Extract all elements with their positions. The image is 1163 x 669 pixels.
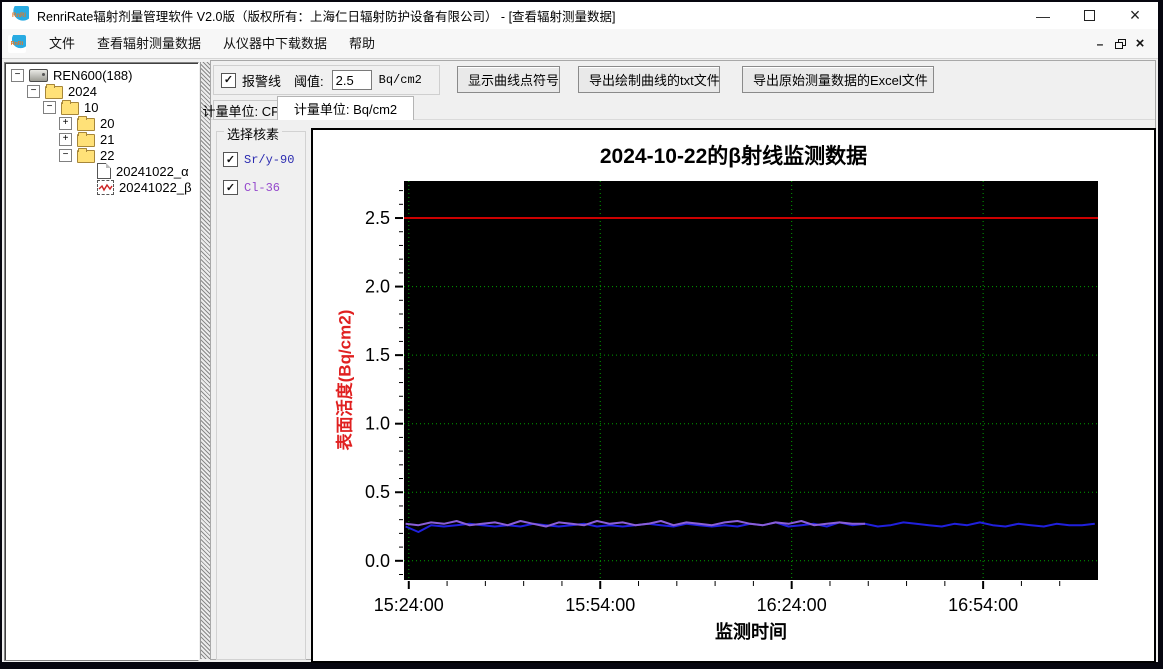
nuclide-selection-group: 选择核素 Sr/y-90 Cl-36 [216, 124, 306, 660]
tab-unit-cps[interactable]: 计量单位: CPS [203, 100, 288, 120]
tree-item-20241022-alpha[interactable]: 20241022_α [5, 163, 198, 179]
mdi-minimize-button[interactable]: – [1090, 34, 1110, 54]
title-bar: RnRi RenriRate辐射剂量管理软件 V2.0版（版权所有：上海仁日辐射… [2, 2, 1158, 29]
tree-item-ren600[interactable]: REN600(188) [5, 67, 198, 83]
nuclide-row-cl-36: Cl-36 [223, 180, 280, 195]
threshold-input[interactable] [331, 70, 372, 90]
folder-icon [77, 132, 95, 147]
folder-icon [45, 84, 63, 99]
close-button[interactable]: × [1112, 2, 1158, 29]
chart-y-axis-label: 表面活度(Bq/cm2) [335, 309, 355, 451]
threshold-label: 阈值: [294, 73, 324, 89]
tree-item-22[interactable]: 22 [5, 147, 198, 163]
folder-icon [77, 148, 95, 163]
menu-download-from-instrument[interactable]: 从仪器中下载数据 [212, 30, 338, 58]
menu-view-measurement-data[interactable]: 查看辐射测量数据 [86, 30, 212, 58]
minimize-button[interactable]: — [1020, 2, 1066, 29]
svg-text:15:24:00: 15:24:00 [374, 595, 444, 615]
tree-item-21[interactable]: 21 [5, 131, 198, 147]
chart-plot-area: 0.0 0.5 1.0 1.5 2.0 2.5 15:24:00 15:54:00 16:24:… [365, 181, 1098, 615]
app-logo-icon: RnRi [9, 5, 29, 26]
tree-item-2024[interactable]: 2024 [5, 83, 198, 99]
nuclide-row-sr-y-90: Sr/y-90 [223, 152, 294, 167]
folder-icon [77, 116, 95, 131]
svg-text:16:54:00: 16:54:00 [948, 595, 1018, 615]
nuclide-checkbox-cl-36[interactable] [223, 180, 238, 195]
tree-collapse-icon[interactable] [11, 68, 24, 82]
export-excel-button[interactable]: 导出原始测量数据的Excel文件 [742, 66, 934, 93]
mdi-restore-button[interactable] [1110, 34, 1130, 54]
tree-collapse-icon[interactable] [43, 100, 56, 114]
client-area: REN600(188) 2024 10 20 21 [2, 59, 1158, 663]
alarm-line-group: 报警线 阈值: Bq/cm2 [213, 65, 440, 95]
maximize-icon [1083, 10, 1095, 21]
device-icon [29, 68, 48, 82]
svg-text:0.5: 0.5 [365, 482, 390, 502]
maximize-button[interactable] [1066, 2, 1112, 29]
svg-text:2.5: 2.5 [365, 208, 390, 228]
svg-text:15:54:00: 15:54:00 [565, 595, 635, 615]
alarm-line-checkbox[interactable] [221, 72, 236, 88]
threshold-unit: Bq/cm2 [378, 73, 422, 87]
svg-text:1.5: 1.5 [365, 345, 390, 365]
tree-item-20[interactable]: 20 [5, 115, 198, 131]
beta-chart-icon [97, 179, 114, 195]
document-icon [97, 163, 111, 179]
alarm-line-label: 报警线 [242, 73, 282, 89]
mdi-child-icon: RnRi [8, 34, 26, 53]
menu-file[interactable]: 文件 [38, 30, 86, 58]
svg-text:1.0: 1.0 [365, 414, 390, 434]
svg-text:16:24:00: 16:24:00 [757, 595, 827, 615]
window-title: RenriRate辐射剂量管理软件 V2.0版（版权所有：上海仁日辐射防护设备有… [37, 10, 616, 24]
mdi-close-button[interactable]: × [1130, 34, 1150, 54]
svg-text:2.0: 2.0 [365, 277, 390, 297]
tree-expand-icon[interactable] [59, 132, 72, 146]
show-curve-points-button[interactable]: 显示曲线点符号 [457, 66, 560, 93]
folder-icon [61, 100, 79, 115]
tree-collapse-icon[interactable] [59, 148, 72, 162]
menu-help[interactable]: 帮助 [338, 30, 386, 58]
chart-title: 2024-10-22的β射线监测数据 [599, 145, 868, 168]
tree-collapse-icon[interactable] [27, 84, 40, 98]
chart-x-axis-label: 监测时间 [715, 622, 787, 642]
tree-item-10[interactable]: 10 [5, 99, 198, 115]
device-tree: REN600(188) 2024 10 20 21 [4, 62, 199, 661]
nuclide-checkbox-sr-y-90[interactable] [223, 152, 238, 167]
tree-item-20241022-beta[interactable]: 20241022_β [5, 179, 198, 195]
svg-text:0.0: 0.0 [365, 551, 390, 571]
monitoring-chart: 0.0 0.5 1.0 1.5 2.0 2.5 15:24:00 15:54:00 16:24:… [311, 128, 1156, 663]
app-window: RnRi RenriRate辐射剂量管理软件 V2.0版（版权所有：上海仁日辐射… [2, 2, 1158, 663]
menu-bar: RnRi 文件 查看辐射测量数据 从仪器中下载数据 帮助 – × [2, 29, 1158, 59]
restore-icon [1114, 38, 1126, 49]
export-txt-button[interactable]: 导出绘制曲线的txt文件 [578, 66, 720, 93]
tab-unit-bqcm2[interactable]: 计量单位: Bq/cm2 [277, 96, 414, 120]
nuclide-group-title: 选择核素 [224, 124, 283, 143]
tree-expand-icon[interactable] [59, 116, 72, 130]
measurement-panel: 报警线 阈值: Bq/cm2 显示曲线点符号 导出绘制曲线的txt文件 导出原始… [203, 60, 1156, 663]
